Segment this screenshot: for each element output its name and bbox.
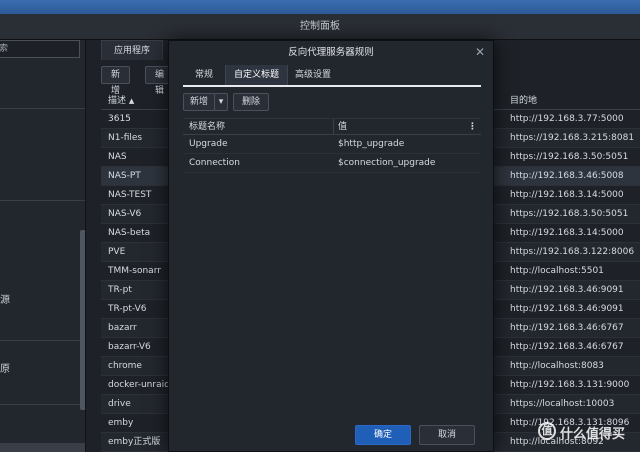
header-row[interactable]: Connection $connection_upgrade [183,154,481,173]
reverse-proxy-rule-dialog: 反向代理服务器规则 ✕ 常规 自定义标题 高级设置 新增 ▾ 删除 标题名称 值… [168,40,494,452]
column-header-value[interactable]: 值 [338,119,347,135]
column-menu-icon[interactable]: ⋮ [468,119,477,135]
modal-overlay: 反向代理服务器规则 ✕ 常规 自定义标题 高级设置 新增 ▾ 删除 标题名称 值… [0,0,640,452]
chevron-down-icon[interactable]: ▾ [214,93,228,111]
tab-advanced[interactable]: 高级设置 [287,65,339,85]
column-header-name[interactable]: 标题名称 [189,119,225,135]
column-divider [333,119,334,135]
close-icon[interactable]: ✕ [475,45,485,59]
dialog-title: 反向代理服务器规则 [288,47,374,58]
watermark: 值 什么值得买 [534,418,640,452]
ok-button[interactable]: 确定 [355,425,411,445]
tab-general[interactable]: 常规 [187,65,221,85]
dialog-tabs: 常规 自定义标题 高级设置 [183,65,481,87]
watermark-text: 什么值得买 [560,427,626,442]
tab-custom-headers[interactable]: 自定义标题 [225,65,289,85]
dialog-footer: 确定 取消 [169,417,493,451]
header-value-cell: $http_upgrade [338,139,405,149]
header-value-cell: $connection_upgrade [338,158,436,168]
cancel-button[interactable]: 取消 [419,425,475,445]
delete-header-button[interactable]: 删除 [233,93,269,111]
header-name-cell: Connection [189,158,240,168]
headers-table-body: Upgrade $http_upgrade Connection $connectio… [183,135,481,173]
headers-table-head: 标题名称 值 ⋮ [183,118,481,135]
add-header-button[interactable]: 新增 [183,93,215,111]
custom-headers-table: 标题名称 值 ⋮ Upgrade $http_upgrade Connection $… [183,118,481,173]
header-row[interactable]: Upgrade $http_upgrade [183,135,481,154]
watermark-logo-icon: 值 [538,422,556,440]
header-name-cell: Upgrade [189,139,228,149]
